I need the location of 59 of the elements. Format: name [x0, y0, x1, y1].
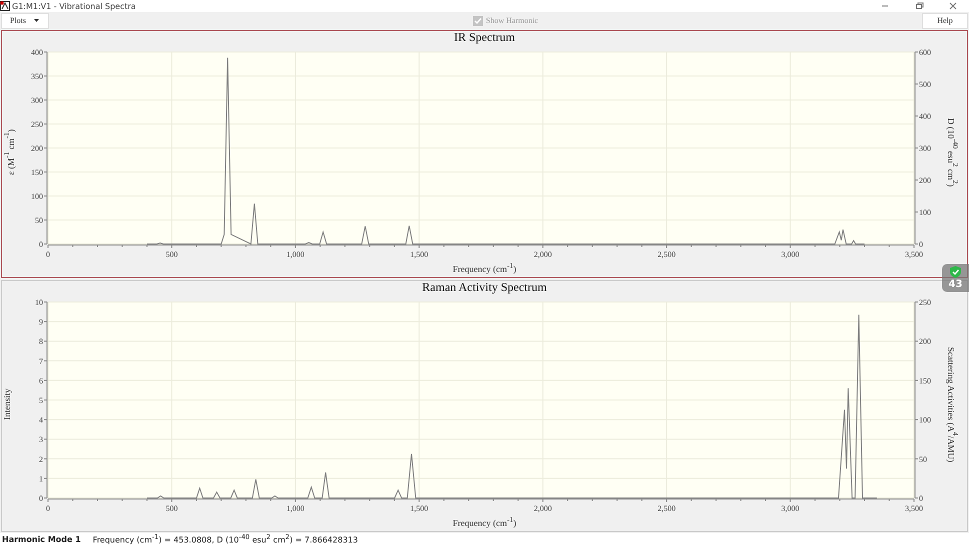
chart-title: IR Spectrum — [454, 31, 515, 44]
tick-label: 200 — [919, 338, 931, 347]
tick-label: 2,500 — [658, 504, 676, 514]
tick-label: 4 — [39, 416, 43, 425]
tick-label: 0 — [46, 250, 50, 260]
tick-label: 3,000 — [781, 250, 800, 260]
tick-label: 100 — [919, 416, 931, 425]
tick-label: 3,500 — [905, 504, 923, 514]
tick-label: 400 — [919, 112, 931, 122]
y-axis-label: Intensity — [2, 388, 13, 422]
tick-label: 0 — [46, 504, 50, 514]
tick-label: 150 — [31, 168, 43, 178]
tick-label: 300 — [31, 96, 43, 106]
tick-label: 2,000 — [534, 250, 552, 260]
tick-label: 1,500 — [410, 504, 428, 514]
tick-label: 500 — [166, 250, 178, 260]
window-title: G1:M1:V1 - Vibrational Spectra — [12, 2, 136, 11]
tick-label: 3 — [39, 436, 43, 445]
tick-label: 9 — [39, 318, 43, 327]
tick-label: 500 — [166, 504, 178, 514]
tick-label: 2,000 — [534, 504, 552, 514]
status-details: Frequency (cm$^{-1}$) = 453.0808, D (10$^{-40}$ esu$^{2}$ cm$^{2}$) = 7.866428313 — [92, 533, 358, 545]
tick-label: 250 — [919, 298, 931, 308]
tick-label: 8 — [39, 338, 43, 347]
tick-label: 200 — [31, 144, 43, 154]
tick-label: 1,000 — [286, 250, 304, 260]
tick-label: 600 — [919, 48, 931, 58]
tick-label: 2,500 — [658, 250, 676, 260]
tick-label: 50 — [919, 455, 927, 464]
tick-label: 1,500 — [410, 250, 428, 260]
tick-label: 6 — [39, 376, 43, 386]
x-axis-label: Frequency (cm$^{-1}$) — [452, 514, 516, 530]
tick-label: 1 — [39, 474, 43, 484]
x-axis-label: Frequency (cm$^{-1}$) — [452, 260, 516, 276]
tick-label: 400 — [31, 48, 43, 58]
tick-label: 5 — [39, 396, 43, 406]
tick-label: 0 — [39, 494, 43, 504]
status-mode: Harmonic Mode 1 — [2, 534, 81, 544]
tick-label: 10 — [35, 298, 43, 308]
tick-label: 100 — [919, 208, 931, 218]
tick-label: 300 — [919, 144, 931, 154]
tick-label: 50 — [35, 216, 43, 226]
tick-label: 200 — [919, 176, 931, 186]
tick-label: 0 — [919, 494, 923, 504]
tick-label: 3,500 — [905, 250, 923, 260]
tick-label: 0 — [39, 240, 43, 250]
tick-label: 7 — [39, 357, 43, 366]
tick-label: 0 — [919, 240, 923, 250]
tick-label: 1,000 — [286, 504, 304, 514]
monitor-value: 43 — [948, 279, 962, 290]
tick-label: 350 — [31, 72, 43, 82]
tick-label: 100 — [31, 192, 43, 202]
tick-label: 250 — [31, 120, 43, 130]
show-harmonic-label: Show Harmonic — [486, 16, 538, 26]
tick-label: 500 — [919, 80, 931, 90]
tick-label: 2 — [39, 455, 43, 464]
chart-title: Raman Activity Spectrum — [422, 281, 547, 294]
tick-label: 3,000 — [781, 504, 800, 514]
tick-label: 150 — [919, 376, 931, 386]
